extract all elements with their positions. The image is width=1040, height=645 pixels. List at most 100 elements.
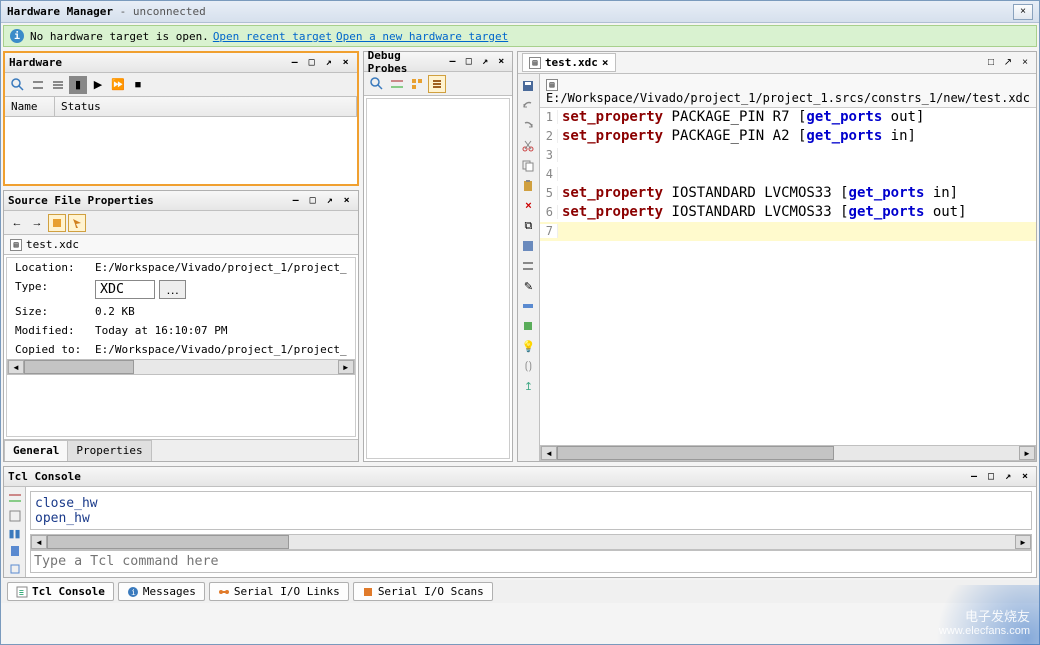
bookmark-icon[interactable]	[48, 214, 66, 232]
tab-close-icon[interactable]: ×	[602, 56, 609, 69]
minimize-icon[interactable]: —	[446, 55, 459, 69]
col-name[interactable]: Name	[5, 97, 55, 116]
close-icon[interactable]: ×	[340, 194, 354, 208]
close-icon[interactable]: ×	[495, 55, 508, 69]
collapse-icon[interactable]	[29, 76, 47, 94]
close-icon[interactable]: ×	[1018, 470, 1032, 484]
nav-up-icon[interactable]: ↥	[519, 377, 537, 395]
link-icon[interactable]	[519, 297, 537, 315]
loc-label: Location:	[15, 261, 95, 274]
watermark: 电子发烧友 www.elecfans.com	[939, 606, 1030, 637]
restore-icon[interactable]: □	[984, 470, 998, 484]
clear-icon[interactable]	[6, 508, 24, 524]
copy-icon[interactable]	[6, 561, 24, 577]
maximize-icon[interactable]: ↗	[1001, 56, 1015, 70]
paste-icon[interactable]	[519, 177, 537, 195]
btab-serial-scans[interactable]: Serial I/O Scans	[353, 582, 493, 601]
btab-messages[interactable]: iMessages	[118, 582, 205, 601]
list-icon[interactable]	[428, 75, 446, 93]
stop-icon[interactable]: ■	[129, 76, 147, 94]
collapse-icon[interactable]	[6, 490, 24, 506]
search-icon[interactable]	[368, 75, 386, 93]
expand-icon[interactable]	[49, 76, 67, 94]
type-input[interactable]	[95, 280, 155, 299]
forward-icon[interactable]: ⏩	[109, 76, 127, 94]
close-icon[interactable]: ×	[1018, 56, 1032, 70]
props-filename: test.xdc	[26, 238, 79, 251]
copy-icon[interactable]	[519, 157, 537, 175]
collapse-icon[interactable]	[388, 75, 406, 93]
select-icon[interactable]	[68, 214, 86, 232]
maximize-icon[interactable]: ↗	[322, 56, 336, 70]
type-browse-button[interactable]: …	[159, 280, 186, 299]
editor-hscroll[interactable]: ◄►	[540, 445, 1036, 461]
view-icon[interactable]: ▮	[69, 76, 87, 94]
props-hscroll[interactable]: ◄►	[7, 359, 355, 375]
back-icon[interactable]: ←	[8, 214, 26, 232]
svg-text:i: i	[131, 588, 136, 597]
select-all-icon[interactable]	[519, 237, 537, 255]
tab-general[interactable]: General	[4, 440, 68, 461]
properties-panel: Source File Properties — □ ↗ × ← → ▤ tes…	[3, 190, 359, 462]
props-title: Source File Properties	[8, 194, 154, 207]
file-icon: ▤	[10, 239, 22, 251]
play-icon[interactable]: ▶	[89, 76, 107, 94]
tcl-input[interactable]	[30, 550, 1032, 573]
tab-properties[interactable]: Properties	[67, 440, 151, 461]
link-icon	[218, 586, 230, 598]
edit-icon[interactable]: ✎	[519, 277, 537, 295]
editor-toolbar: × ⧉ ✎ 💡 ⟮⟯ ↥	[518, 74, 540, 461]
minimize-icon[interactable]: —	[967, 470, 981, 484]
maximize-icon[interactable]: ↗	[323, 194, 337, 208]
object-icon[interactable]	[519, 317, 537, 335]
restore-icon[interactable]: □	[462, 55, 475, 69]
debug-body	[366, 98, 510, 459]
redo-icon[interactable]	[519, 117, 537, 135]
tcl-hscroll[interactable]: ◄►	[30, 534, 1032, 550]
debug-title: Debug Probes	[368, 49, 443, 75]
main-titlebar: Hardware Manager - unconnected ×	[1, 1, 1039, 23]
restore-icon[interactable]: □	[305, 56, 319, 70]
copied-value: E:/Workspace/Vivado/project_1/project_	[95, 343, 347, 356]
bracket-icon[interactable]: ⟮⟯	[519, 357, 537, 375]
editor-tab-label: test.xdc	[545, 56, 598, 69]
maximize-icon[interactable]: ↗	[1001, 470, 1015, 484]
maximize-icon[interactable]: ↗	[478, 55, 491, 69]
forward-icon[interactable]: →	[28, 214, 46, 232]
close-icon[interactable]: ×	[339, 56, 353, 70]
btab-serial-links[interactable]: Serial I/O Links	[209, 582, 349, 601]
restore-icon[interactable]: □	[984, 56, 998, 70]
pause-icon[interactable]: ▮▮	[6, 526, 24, 541]
size-label: Size:	[15, 305, 95, 318]
editor-path: ▤E:/Workspace/Vivado/project_1/project_1…	[540, 74, 1036, 108]
undo-icon[interactable]	[519, 97, 537, 115]
open-new-link[interactable]: Open a new hardware target	[336, 30, 508, 43]
loc-value: E:/Workspace/Vivado/project_1/project_	[95, 261, 347, 274]
comment-icon[interactable]	[519, 257, 537, 275]
editor-tab[interactable]: ▤ test.xdc ×	[522, 53, 616, 72]
save-icon[interactable]	[519, 77, 537, 95]
tcl-history[interactable]: close_hwopen_hw	[30, 491, 1032, 530]
size-value: 0.2 KB	[95, 305, 347, 318]
title-text: Hardware Manager	[7, 5, 113, 18]
editor-content[interactable]: 1set_property PACKAGE_PIN R7 [get_ports …	[540, 108, 1036, 446]
delete-icon[interactable]: ×	[519, 197, 537, 215]
cut-icon[interactable]	[519, 137, 537, 155]
restore-icon[interactable]: □	[306, 194, 320, 208]
scroll-icon[interactable]	[6, 543, 24, 559]
open-recent-link[interactable]: Open recent target	[213, 30, 332, 43]
close-button[interactable]: ×	[1013, 4, 1033, 20]
find-icon[interactable]: ⧉	[519, 217, 537, 235]
svg-text:≡: ≡	[19, 588, 24, 597]
group-icon[interactable]	[408, 75, 426, 93]
btab-tcl[interactable]: ≡Tcl Console	[7, 582, 114, 601]
editor-panel: ▤ test.xdc × □ ↗ ×	[517, 51, 1037, 462]
scan-icon	[362, 586, 374, 598]
hardware-title: Hardware	[9, 56, 62, 69]
bulb-icon[interactable]: 💡	[519, 337, 537, 355]
search-icon[interactable]	[9, 76, 27, 94]
copied-label: Copied to:	[15, 343, 95, 356]
col-status[interactable]: Status	[55, 97, 357, 116]
minimize-icon[interactable]: —	[289, 194, 303, 208]
minimize-icon[interactable]: —	[288, 56, 302, 70]
